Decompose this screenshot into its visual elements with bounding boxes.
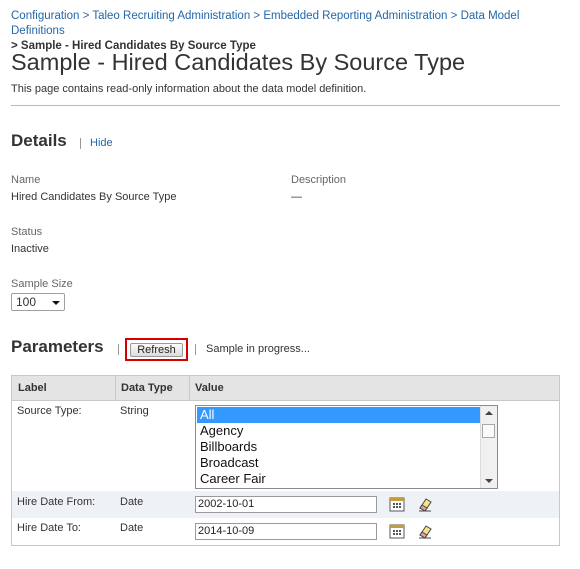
status-label: Status bbox=[11, 226, 43, 238]
name-label: Name bbox=[11, 174, 41, 186]
sample-size-label: Sample Size bbox=[11, 278, 73, 290]
eraser-icon[interactable] bbox=[417, 496, 433, 512]
sample-size-select[interactable]: 100 bbox=[11, 293, 65, 311]
parameters-heading: Parameters bbox=[11, 337, 104, 356]
chevron-down-icon bbox=[52, 301, 60, 305]
table-header: Label Data Type Value bbox=[12, 376, 559, 401]
listbox-scrollbar[interactable] bbox=[480, 406, 497, 488]
breadcrumb-configuration[interactable]: Configuration bbox=[11, 10, 79, 22]
hire-date-from-data-type: Date bbox=[120, 496, 144, 508]
source-type-option-all[interactable]: All bbox=[197, 407, 481, 423]
scrollbar-thumb[interactable] bbox=[482, 424, 495, 438]
sample-status-text: Sample in progress... bbox=[206, 343, 310, 355]
column-divider bbox=[189, 376, 190, 400]
calendar-icon[interactable] bbox=[389, 523, 405, 539]
breadcrumb-separator: > bbox=[82, 10, 90, 22]
description-value: — bbox=[291, 191, 302, 203]
hide-details-link[interactable]: Hide bbox=[90, 137, 113, 149]
column-header-value: Value bbox=[195, 382, 224, 394]
source-type-option-agency[interactable]: Agency bbox=[197, 423, 481, 439]
heading-divider bbox=[118, 344, 119, 355]
hire-date-from-label: Hire Date From: bbox=[17, 496, 96, 508]
source-type-option-broadcast[interactable]: Broadcast bbox=[197, 455, 481, 471]
name-value: Hired Candidates By Source Type bbox=[11, 191, 177, 203]
breadcrumb-embedded-reporting-administration[interactable]: Embedded Reporting Administration bbox=[263, 10, 447, 22]
details-heading: Details bbox=[11, 131, 67, 150]
hire-date-to-data-type: Date bbox=[120, 522, 144, 534]
sample-size-value: 100 bbox=[16, 295, 37, 309]
hire-date-to-input[interactable]: 2014-10-09 bbox=[195, 523, 377, 540]
breadcrumb: Configuration > Taleo Recruiting Adminis… bbox=[11, 9, 571, 54]
heading-divider bbox=[195, 344, 196, 355]
status-value: Inactive bbox=[11, 243, 49, 255]
page-title: Sample - Hired Candidates By Source Type bbox=[11, 49, 466, 75]
hire-date-from-input[interactable]: 2002-10-01 bbox=[195, 496, 377, 513]
parameters-table: Label Data Type Value Source Type: Strin… bbox=[11, 375, 560, 546]
heading-divider bbox=[80, 138, 81, 149]
scroll-down-arrow-icon[interactable] bbox=[485, 479, 493, 483]
column-header-label: Label bbox=[18, 382, 47, 394]
header-divider bbox=[11, 105, 560, 106]
source-type-label: Source Type: bbox=[17, 405, 82, 417]
source-type-data-type: String bbox=[120, 405, 149, 417]
source-type-option-billboards[interactable]: Billboards bbox=[197, 439, 481, 455]
calendar-icon[interactable] bbox=[389, 496, 405, 512]
scroll-up-arrow-icon[interactable] bbox=[485, 411, 493, 415]
breadcrumb-separator: > bbox=[450, 10, 458, 22]
description-label: Description bbox=[291, 174, 347, 186]
column-header-data-type: Data Type bbox=[121, 382, 173, 394]
refresh-highlight: Refresh bbox=[125, 338, 188, 361]
source-type-listbox[interactable]: All Agency Billboards Broadcast Career F… bbox=[195, 405, 498, 489]
eraser-icon[interactable] bbox=[417, 523, 433, 539]
refresh-button[interactable]: Refresh bbox=[130, 343, 183, 357]
source-type-option-career-fair[interactable]: Career Fair bbox=[197, 471, 481, 487]
breadcrumb-taleo-recruiting-administration[interactable]: Taleo Recruiting Administration bbox=[92, 10, 250, 22]
column-divider bbox=[115, 376, 116, 400]
breadcrumb-separator: > bbox=[253, 10, 261, 22]
page-subtitle: This page contains read-only information… bbox=[11, 83, 367, 95]
hire-date-to-label: Hire Date To: bbox=[17, 522, 81, 534]
